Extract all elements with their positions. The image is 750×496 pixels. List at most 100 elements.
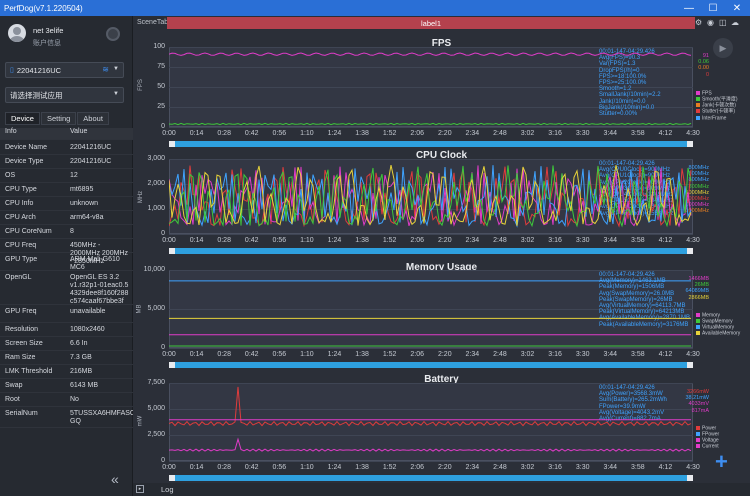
slider-start-handle[interactable] — [169, 248, 175, 254]
legend-label: FPower — [702, 431, 720, 438]
device-select-value: 22041216UC — [16, 65, 62, 75]
maximize-icon[interactable]: ☐ — [700, 0, 726, 16]
x-tick-label: 0:00 — [162, 130, 176, 137]
info-value: arm64-v8a — [70, 214, 104, 221]
y-tick-label: 25 — [157, 103, 165, 110]
slider-start-handle[interactable] — [169, 475, 175, 481]
current-line — [169, 437, 692, 452]
info-row: SerialNum 5TUSSXA6HMFASO GQ — [0, 408, 135, 428]
x-tick-label: 2:34 — [465, 464, 480, 471]
x-tick-label: 2:20 — [437, 130, 452, 137]
slider-end-handle[interactable] — [687, 362, 693, 368]
legend-swatch — [696, 432, 700, 437]
y-tick-label: 2,000 — [147, 180, 165, 187]
legend-swatch — [696, 312, 700, 317]
info-value: ARM Mali-G610 MC6 — [70, 256, 120, 271]
slider-end-handle[interactable] — [687, 475, 693, 481]
device-dropdown[interactable]: ▯ 22041216UC ≋ ▼ — [5, 62, 124, 78]
y-tick-label: 100 — [153, 43, 165, 50]
x-tick-label: 3:02 — [520, 237, 535, 244]
slider-end-handle[interactable] — [687, 141, 693, 147]
slider-start-handle[interactable] — [169, 141, 175, 147]
x-tick-label: 4:12 — [658, 464, 673, 471]
x-tick-label: 0:28 — [217, 237, 231, 244]
info-row: GPU Type ARM Mali-G610 MC6 — [0, 254, 133, 271]
minimize-icon[interactable]: — — [676, 0, 702, 16]
y-tick-label: 5,000 — [147, 405, 165, 412]
info-key: CPU Freq — [5, 242, 37, 249]
add-panel-icon[interactable]: + — [715, 449, 728, 475]
y-tick-label: 0 — [161, 230, 165, 237]
info-value: 1080x2460 — [70, 326, 105, 333]
x-tick-label: 0:56 — [272, 130, 287, 137]
y-tick-label: 1,000 — [147, 205, 165, 212]
legend-label: InterFrame — [702, 114, 727, 121]
log-label[interactable]: Log — [161, 485, 174, 494]
close-icon[interactable]: ✕ — [724, 0, 750, 16]
y-tick-label: 0 — [161, 123, 165, 130]
time-range-slider[interactable] — [169, 362, 693, 368]
x-tick-label: 3:02 — [520, 464, 535, 471]
time-range-slider[interactable] — [169, 475, 693, 481]
info-row: Device Name 22041216UC — [0, 142, 133, 155]
info-row: Root No — [0, 394, 133, 407]
smooth-series-line — [169, 122, 692, 126]
info-key: CPU Info — [5, 200, 34, 207]
tab-about[interactable]: About — [77, 112, 109, 125]
legend-item[interactable]: InterFrame — [696, 114, 738, 122]
time-range-slider[interactable] — [169, 141, 693, 147]
plot-traces — [169, 52, 692, 126]
info-key: SerialNum — [5, 410, 38, 417]
y-axis-label: MHz — [138, 190, 145, 204]
avatar[interactable] — [8, 24, 26, 42]
location-icon[interactable]: ◉ — [707, 18, 714, 27]
info-key: OS — [5, 172, 16, 179]
x-tick-label: 2:20 — [437, 464, 452, 471]
legend-swatch — [696, 325, 700, 330]
x-tick-label: 2:06 — [410, 237, 425, 244]
x-tick-label: 0:28 — [217, 130, 231, 137]
legend-label: Memory — [702, 312, 721, 319]
x-tick-label: 0:14 — [189, 237, 204, 244]
chevron-down-icon: ▼ — [113, 91, 119, 97]
tab-device[interactable]: Device — [5, 112, 40, 125]
x-tick-label: 4:12 — [658, 351, 673, 358]
save-icon[interactable]: ◫ — [719, 18, 727, 27]
x-tick-label: 0:28 — [217, 464, 231, 471]
info-row: Resolution 1080x2460 — [0, 324, 133, 337]
legend-swatch — [696, 103, 700, 108]
x-tick-label: 3:16 — [548, 237, 562, 244]
record-button[interactable] — [106, 27, 120, 41]
scene-label[interactable]: label1 — [167, 17, 695, 29]
tab-setting[interactable]: Setting — [40, 112, 77, 125]
x-tick-label: 0:28 — [217, 351, 231, 358]
log-toggle-icon[interactable]: ▸ — [136, 485, 144, 493]
x-tick-label: 0:56 — [272, 351, 287, 358]
x-tick-label: 1:10 — [300, 130, 314, 137]
collapse-sidebar-icon[interactable]: « — [111, 471, 119, 487]
play-icon[interactable]: ▶ — [713, 38, 733, 58]
cloud-icon[interactable]: ☁ — [731, 18, 739, 27]
title-bar: PerfDog(v7.1.220504) — ☐ ✕ — [0, 0, 750, 16]
info-key: Swap — [5, 382, 23, 389]
x-tick-label: 0:00 — [162, 464, 176, 471]
settings-icon[interactable]: ⚙ — [695, 18, 702, 27]
account-info-link[interactable]: 账户信息 — [33, 38, 61, 48]
slider-start-handle[interactable] — [169, 362, 175, 368]
x-tick-label: 3:02 — [520, 351, 535, 358]
x-tick-label: 3:30 — [575, 351, 590, 358]
x-tick-label: 1:38 — [355, 351, 369, 358]
app-dropdown[interactable]: 请选择测试应用 ▼ — [5, 87, 124, 103]
x-tick-label: 3:58 — [631, 237, 645, 244]
info-value: mt6895 — [70, 186, 94, 193]
legend-item[interactable]: AvailableMemory — [696, 331, 740, 337]
phone-icon: ▯ — [10, 67, 14, 74]
info-key: GPU Freq — [5, 308, 37, 315]
legend-swatch — [696, 444, 700, 449]
time-range-slider[interactable] — [169, 248, 693, 254]
x-tick-label: 1:38 — [355, 464, 369, 471]
slider-end-handle[interactable] — [687, 248, 693, 254]
legend-label: SwapMemory — [702, 318, 733, 325]
info-value: 22041216UC — [70, 144, 112, 151]
info-row: Screen Size 6.6 In — [0, 338, 133, 351]
